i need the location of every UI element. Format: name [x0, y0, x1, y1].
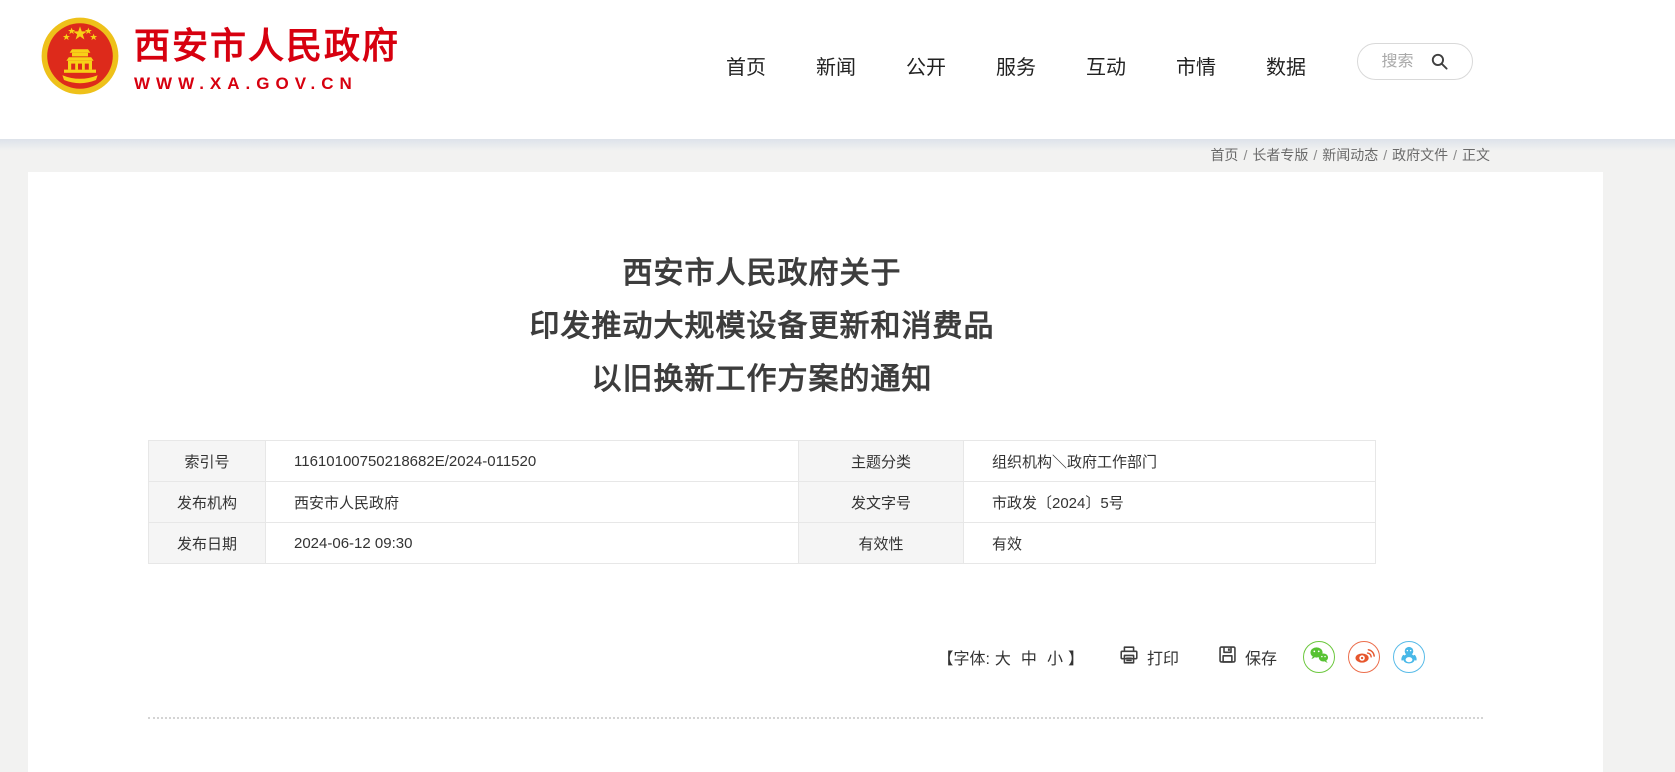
share-buttons: [1303, 641, 1425, 673]
breadcrumb-home[interactable]: 首页: [1210, 147, 1238, 163]
meta-label-doc-no: 发文字号: [798, 482, 964, 522]
save-label: 保存: [1245, 645, 1277, 669]
meta-label-validity: 有效性: [798, 523, 964, 563]
site-logo[interactable]: 西安市人民政府 WWW.XA.GOV.CN: [40, 16, 400, 101]
share-qq-button[interactable]: [1393, 641, 1425, 673]
font-size-large-button[interactable]: 大: [995, 645, 1011, 669]
nav-item-data[interactable]: 数据: [1266, 51, 1306, 80]
article-toolbar: 【字体: 大 中 小 】 打印: [148, 641, 1483, 673]
share-weibo-button[interactable]: [1348, 641, 1380, 673]
meta-value-index-no: 11610100750218682E/2024-011520: [266, 441, 798, 481]
font-size-medium-button[interactable]: 中: [1021, 645, 1037, 669]
page-title-line: 西安市人民政府关于: [148, 247, 1376, 300]
national-emblem-icon: [40, 16, 120, 101]
site-title: 西安市人民政府: [134, 24, 400, 68]
search-box[interactable]: [1357, 43, 1473, 80]
share-wechat-button[interactable]: [1303, 641, 1335, 673]
meta-value-validity: 有效: [964, 523, 1376, 563]
breadcrumb-separator: /: [1243, 147, 1247, 163]
printer-icon: [1118, 644, 1140, 671]
breadcrumb-govdocs[interactable]: 政府文件: [1392, 147, 1448, 163]
breadcrumb-separator: /: [1313, 147, 1317, 163]
page-title-line: 印发推动大规模设备更新和消费品: [148, 300, 1376, 353]
page-title: 西安市人民政府关于 印发推动大规模设备更新和消费品 以旧换新工作方案的通知: [148, 172, 1376, 406]
meta-label-index-no: 索引号: [148, 441, 266, 481]
nav-item-open[interactable]: 公开: [906, 51, 946, 80]
main-nav: 首页 新闻 公开 服务 互动 市情 数据: [726, 0, 1306, 130]
font-size-small-button[interactable]: 小: [1047, 645, 1063, 669]
meta-value-publisher: 西安市人民政府: [266, 482, 798, 522]
floppy-disk-icon: [1217, 644, 1238, 670]
font-label-close: 】: [1068, 645, 1084, 669]
font-label-open: 【字体:: [937, 645, 989, 669]
site-header: 西安市人民政府 WWW.XA.GOV.CN 首页 新闻 公开 服务 互动 市情 …: [0, 0, 1675, 139]
nav-item-news[interactable]: 新闻: [816, 51, 856, 80]
site-url: WWW.XA.GOV.CN: [134, 74, 400, 94]
breadcrumb-separator: /: [1383, 147, 1387, 163]
table-row: 发布机构 西安市人民政府 发文字号 市政发〔2024〕5号: [148, 482, 1376, 523]
meta-label-publisher: 发布机构: [148, 482, 266, 522]
breadcrumb-newslist[interactable]: 新闻动态: [1322, 147, 1378, 163]
search-input[interactable]: [1382, 53, 1422, 71]
meta-label-pub-date: 发布日期: [148, 523, 266, 563]
meta-value-pub-date: 2024-06-12 09:30: [266, 523, 798, 563]
nav-item-interact[interactable]: 互动: [1086, 51, 1126, 80]
table-row: 索引号 11610100750218682E/2024-011520 主题分类 …: [148, 441, 1376, 482]
meta-value-doc-no: 市政发〔2024〕5号: [964, 482, 1376, 522]
qq-icon: [1398, 644, 1420, 671]
nav-item-city[interactable]: 市情: [1176, 51, 1216, 80]
breadcrumb: 首页 / 长者专版 / 新闻动态 / 政府文件 / 正文: [1210, 139, 1490, 173]
print-button[interactable]: 打印: [1118, 644, 1179, 671]
print-label: 打印: [1147, 645, 1179, 669]
breadcrumb-separator: /: [1453, 147, 1457, 163]
content-card: 西安市人民政府关于 印发推动大规模设备更新和消费品 以旧换新工作方案的通知 索引…: [28, 172, 1603, 772]
weibo-icon: [1353, 644, 1375, 671]
meta-label-topic: 主题分类: [798, 441, 964, 481]
document-meta-table: 索引号 11610100750218682E/2024-011520 主题分类 …: [148, 440, 1376, 564]
page-title-line: 以旧换新工作方案的通知: [148, 353, 1376, 406]
nav-item-service[interactable]: 服务: [996, 51, 1036, 80]
meta-value-topic: 组织机构＼政府工作部门: [964, 441, 1376, 481]
section-divider: [148, 717, 1483, 719]
font-size-control: 【字体: 大 中 小 】: [937, 645, 1084, 669]
breadcrumb-current: 正文: [1462, 147, 1490, 163]
nav-item-home[interactable]: 首页: [726, 51, 766, 80]
search-icon[interactable]: [1430, 52, 1449, 71]
breadcrumb-elder[interactable]: 长者专版: [1252, 147, 1308, 163]
table-row: 发布日期 2024-06-12 09:30 有效性 有效: [148, 523, 1376, 564]
save-button[interactable]: 保存: [1217, 644, 1277, 670]
wechat-icon: [1308, 644, 1330, 671]
